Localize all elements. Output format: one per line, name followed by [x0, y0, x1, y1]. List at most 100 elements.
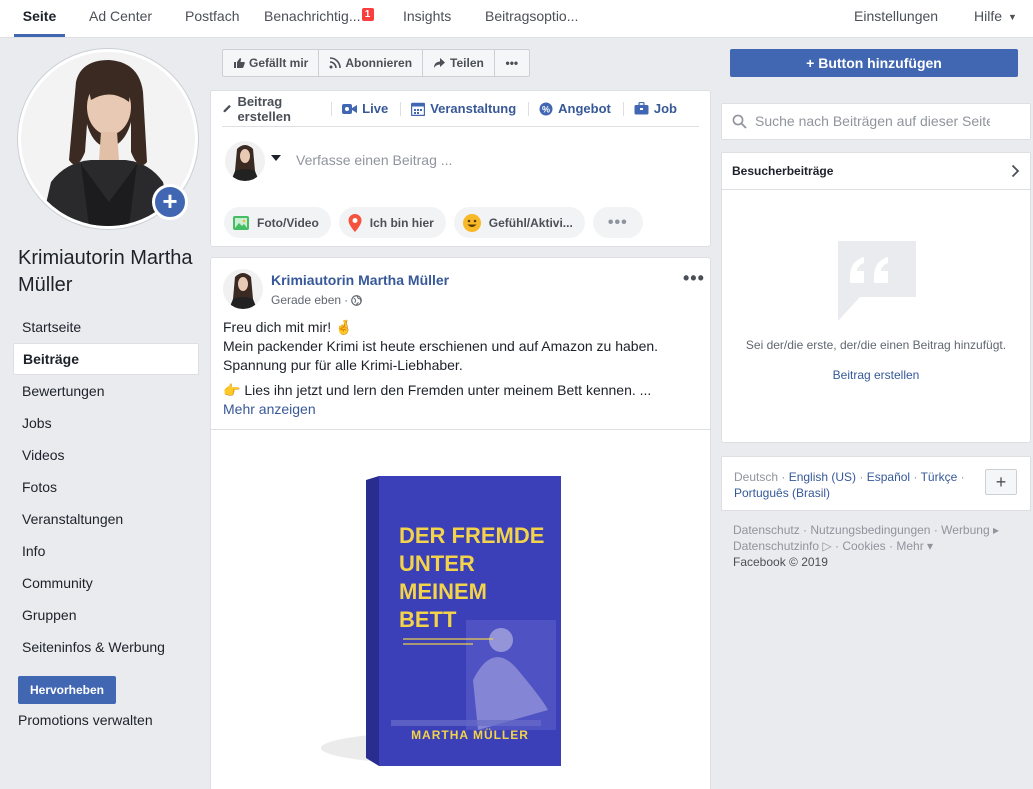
sidebar-item-info[interactable]: Info	[13, 535, 199, 567]
footer-link[interactable]: Mehr	[896, 539, 923, 553]
book-title-line-1: DER FREMDE	[399, 523, 544, 548]
footer-link[interactable]: Werbung	[941, 523, 989, 537]
manage-promotions-link[interactable]: Promotions verwalten	[18, 712, 153, 728]
ad-choices-icon: ▷	[822, 539, 832, 553]
more-dots-icon: •••	[683, 268, 705, 288]
tab-seite[interactable]: Seite	[14, 0, 65, 37]
ad-choices-icon: ▸	[992, 523, 1000, 537]
composer-tab-live[interactable]: Live	[342, 101, 402, 116]
sidebar-item-bewertungen[interactable]: Bewertungen	[13, 375, 199, 407]
composer-pills: Foto/Video Ich bin hier Gefühl/Aktivi...…	[224, 207, 643, 238]
show-more-link[interactable]: Mehr anzeigen	[223, 400, 693, 419]
thumbs-up-icon	[234, 58, 245, 68]
language-current: Deutsch	[734, 470, 779, 484]
sidebar-item-gruppen[interactable]: Gruppen	[13, 599, 199, 631]
caret-down-icon: ▼	[1008, 12, 1017, 22]
visitor-posts-empty-text: Sei der/die erste, der/die einen Beitrag…	[745, 338, 1007, 352]
footer: Datenschutz · Nutzungsbedingungen · Werb…	[733, 523, 1000, 569]
more-actions-button[interactable]: •••	[495, 50, 529, 76]
caret-down-icon[interactable]	[271, 155, 281, 161]
post-options-button[interactable]: •••	[683, 268, 705, 289]
composer-input[interactable]	[296, 149, 686, 171]
post-author-name[interactable]: Krimiautorin Martha Müller	[271, 272, 449, 288]
photo-video-button[interactable]: Foto/Video	[224, 207, 331, 238]
composer-tab-offer[interactable]: % Angebot	[539, 101, 624, 116]
calendar-icon	[411, 102, 426, 116]
tab-insights[interactable]: Insights	[403, 0, 451, 37]
composer-tab-create-post[interactable]: Beitrag erstellen	[222, 94, 333, 124]
share-button[interactable]: Teilen	[423, 50, 495, 76]
tab-ad-center[interactable]: Ad Center	[89, 0, 152, 37]
language-selector: Deutsch · English (US) · Español · Türkç…	[721, 456, 1031, 511]
follow-button[interactable]: Abonnieren	[319, 50, 424, 76]
sidebar-item-fotos[interactable]: Fotos	[13, 471, 199, 503]
tab-benachrichtigungen[interactable]: Benachrichtig... 1	[264, 0, 374, 37]
footer-link[interactable]: Nutzungsbedingungen	[810, 523, 930, 537]
globe-icon[interactable]	[351, 294, 362, 306]
more-dots-icon: •••	[607, 213, 628, 231]
footer-link[interactable]: Datenschutz	[733, 523, 800, 537]
sidebar-item-startseite[interactable]: Startseite	[13, 311, 199, 343]
page-action-bar: Gefällt mir Abonnieren Teilen •••	[222, 49, 530, 77]
photo-icon	[233, 215, 249, 230]
like-button[interactable]: Gefällt mir	[223, 50, 320, 76]
settings-link[interactable]: Einstellungen	[854, 0, 938, 37]
book-title-line-2: UNTER	[399, 551, 475, 576]
notification-badge: 1	[361, 8, 374, 21]
tab-postfach[interactable]: Postfach	[185, 0, 239, 37]
rss-icon	[329, 57, 342, 69]
avatar-photo	[223, 269, 263, 309]
sidebar-item-beitraege[interactable]: Beiträge	[13, 343, 199, 375]
sidebar-item-videos[interactable]: Videos	[13, 439, 199, 471]
add-language-button[interactable]: +	[985, 469, 1017, 495]
sidebar-item-jobs[interactable]: Jobs	[13, 407, 199, 439]
language-option[interactable]: Español	[867, 470, 910, 484]
book-cover-image: DER FREMDE UNTER MEINEM BETT MARTHA MÜLL…	[321, 476, 561, 766]
tab-beitragsoptionen[interactable]: Beitragsoptio...	[485, 0, 578, 37]
check-in-button[interactable]: Ich bin hier	[338, 207, 446, 238]
location-pin-icon	[348, 213, 362, 232]
live-video-icon	[342, 103, 358, 114]
caret-down-icon: ▾	[923, 539, 934, 553]
post-author-avatar[interactable]	[223, 269, 263, 309]
sidebar-item-seiteninfos[interactable]: Seiteninfos & Werbung	[13, 631, 199, 663]
book-title-line-3: MEINEM	[399, 579, 487, 604]
copyright: Facebook © 2019	[733, 555, 828, 569]
share-arrow-icon	[434, 58, 446, 68]
smiley-icon	[462, 213, 481, 232]
briefcase-icon	[634, 102, 649, 115]
create-visitor-post-link[interactable]: Beitrag erstellen	[722, 368, 1030, 382]
feed-post: Krimiautorin Martha Müller Gerade eben ·…	[210, 257, 711, 789]
composer-tab-job[interactable]: Job	[634, 101, 689, 116]
language-list: Deutsch · English (US) · Español · Türkç…	[734, 470, 965, 500]
page-top-nav: Seite Ad Center Postfach Benachrichtig..…	[0, 0, 1033, 38]
svg-text:%: %	[542, 104, 550, 114]
language-option[interactable]: Português (Brasil)	[734, 486, 830, 500]
footer-link[interactable]: Datenschutzinfo	[733, 539, 819, 553]
search-input[interactable]	[755, 113, 990, 129]
book-title-line-4: BETT	[399, 607, 457, 632]
visitor-posts-header[interactable]: Besucherbeiträge	[722, 153, 1030, 190]
help-menu[interactable]: Hilfe ▼	[974, 0, 1017, 37]
sidebar-item-community[interactable]: Community	[13, 567, 199, 599]
search-icon	[732, 114, 747, 132]
add-button-button[interactable]: + Button hinzufügen	[730, 49, 1018, 77]
feeling-activity-button[interactable]: Gefühl/Aktivi...	[453, 207, 585, 238]
post-image[interactable]: DER FREMDE UNTER MEINEM BETT MARTHA MÜLL…	[211, 429, 710, 789]
post-composer: Beitrag erstellen Live Veranstaltung % A…	[210, 90, 711, 247]
composer-tabs: Beitrag erstellen Live Veranstaltung % A…	[222, 91, 699, 127]
more-options-button[interactable]: •••	[592, 207, 643, 238]
plus-icon: +	[162, 186, 178, 216]
post-timestamp: Gerade eben ·	[271, 293, 362, 307]
composer-avatar[interactable]	[225, 141, 265, 181]
page-post-search	[721, 103, 1031, 140]
language-option[interactable]: Türkçe	[921, 470, 958, 484]
composer-tab-event[interactable]: Veranstaltung	[411, 101, 530, 116]
add-photo-button[interactable]: +	[152, 184, 188, 220]
footer-link[interactable]: Cookies	[842, 539, 885, 553]
visitor-posts-panel: Besucherbeiträge Sei der/die erste, der/…	[721, 152, 1031, 443]
promote-button[interactable]: Hervorheben	[18, 676, 116, 704]
language-option[interactable]: English (US)	[789, 470, 856, 484]
sidebar-item-veranstaltungen[interactable]: Veranstaltungen	[13, 503, 199, 535]
sidebar-nav: Startseite Beiträge Bewertungen Jobs Vid…	[13, 311, 199, 663]
